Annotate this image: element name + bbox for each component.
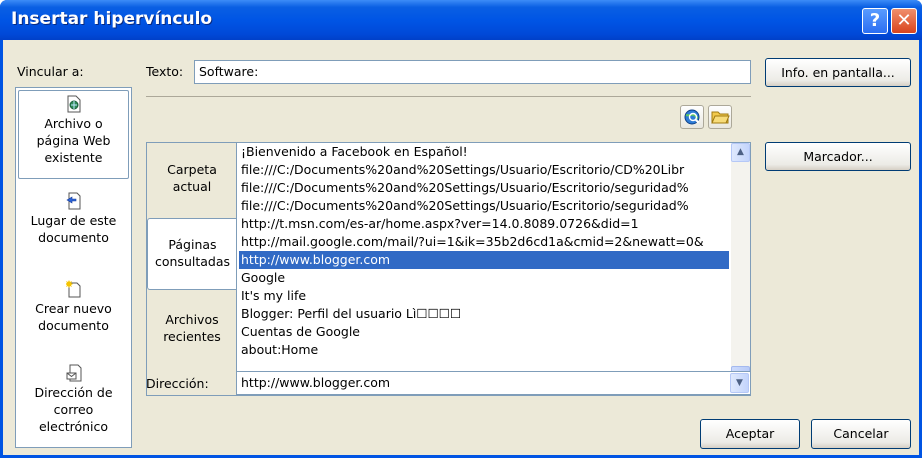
- list-item[interactable]: http://mail.google.com/mail/?ui=1&ik=35b…: [239, 233, 729, 251]
- document-place-icon: [65, 192, 80, 210]
- list-item[interactable]: Google: [239, 269, 729, 287]
- nav-label-line: existente: [44, 150, 103, 165]
- link-to-new-document[interactable]: Crear nuevo documento: [18, 280, 129, 344]
- link-to-email[interactable]: Dirección de correo electrónico: [18, 364, 129, 444]
- category-label-line: Páginas: [168, 237, 217, 252]
- link-to-label: Vincular a:: [17, 64, 84, 79]
- nav-label-line: Lugar de este: [30, 213, 117, 228]
- bookmark-button[interactable]: Marcador...: [765, 142, 911, 171]
- list-item[interactable]: Blogger: Perfil del usuario Lì☐☐☐☐: [239, 305, 729, 323]
- screen-tip-button[interactable]: Info. en pantalla...: [765, 58, 911, 87]
- browse-web-button[interactable]: [680, 105, 704, 129]
- list-item-selected[interactable]: http://www.blogger.com: [239, 251, 729, 269]
- category-label-line: recientes: [163, 329, 221, 344]
- list-item[interactable]: http://t.msn.com/es-ar/home.aspx?ver=14.…: [239, 215, 729, 233]
- nav-label-line: documento: [38, 230, 109, 245]
- list-item[interactable]: ¡Bienvenido a Facebook en Español!: [239, 143, 729, 161]
- address-dropdown-arrow[interactable]: ▼: [730, 373, 749, 393]
- lookin-categories: Carpeta actual Páginas consultadas Archi…: [146, 142, 237, 396]
- nav-label-line: Dirección de: [34, 385, 113, 400]
- nav-label-line: documento: [38, 318, 109, 333]
- open-folder-icon: [711, 111, 730, 124]
- browse-file-button[interactable]: [708, 105, 732, 129]
- link-to-sidebar: Archivo o página Web existente Lugar de …: [15, 87, 132, 448]
- category-recent-files[interactable]: Archivos recientes: [147, 311, 237, 361]
- cancel-button[interactable]: Cancelar: [811, 419, 911, 449]
- category-label-line: Archivos: [165, 312, 219, 327]
- nav-label-line: Archivo o: [44, 116, 103, 131]
- dialog-client: Vincular a: Archivo o página Web existen…: [3, 40, 919, 455]
- browsed-pages-list[interactable]: ¡Bienvenido a Facebook en Español! file:…: [236, 142, 751, 396]
- title-bar[interactable]: Insertar hipervínculo ? ✕: [0, 0, 922, 40]
- divider: [146, 96, 751, 97]
- text-input[interactable]: Software:: [194, 60, 751, 84]
- email-icon: [66, 364, 81, 382]
- scroll-up-button[interactable]: ▲: [731, 143, 750, 162]
- dialog-window: Insertar hipervínculo ? ✕ Vincular a: Ar…: [0, 0, 922, 458]
- category-label-line: consultadas: [154, 254, 231, 269]
- close-button[interactable]: ✕: [891, 8, 917, 34]
- list-item[interactable]: about:Home: [239, 341, 729, 359]
- nav-label-line: Crear nuevo: [35, 301, 112, 316]
- new-document-icon: [65, 280, 80, 298]
- category-browsed-pages[interactable]: Páginas consultadas: [147, 218, 237, 290]
- nav-label-line: electrónico: [38, 419, 109, 434]
- address-combo[interactable]: http://www.blogger.com ▼: [236, 371, 751, 395]
- window-title: Insertar hipervínculo: [11, 9, 213, 29]
- address-value: http://www.blogger.com: [241, 375, 391, 390]
- web-file-icon: [67, 95, 80, 113]
- nav-label-line: correo: [53, 402, 94, 417]
- list-scrollbar[interactable]: ▲ ▼: [731, 143, 750, 395]
- address-label: Dirección:: [146, 376, 209, 391]
- help-button[interactable]: ?: [862, 8, 888, 34]
- text-label: Texto:: [146, 64, 184, 79]
- category-label-line: Carpeta: [167, 162, 217, 177]
- list-item[interactable]: file:///C:/Documents%20and%20Settings/Us…: [239, 179, 729, 197]
- globe-search-icon: [684, 109, 700, 125]
- list-item[interactable]: Cuentas de Google: [239, 323, 729, 341]
- list-item[interactable]: file:///C:/Documents%20and%20Settings/Us…: [239, 161, 729, 179]
- link-to-document-place[interactable]: Lugar de este documento: [18, 192, 129, 256]
- category-label-line: actual: [172, 179, 212, 194]
- list-item[interactable]: It's my life: [239, 287, 729, 305]
- category-current-folder[interactable]: Carpeta actual: [147, 161, 237, 211]
- list-item[interactable]: file:///C:/Documents%20and%20Settings/Us…: [239, 197, 729, 215]
- nav-label-line: página Web: [36, 133, 111, 148]
- accept-button[interactable]: Aceptar: [700, 419, 800, 449]
- link-to-existing-file[interactable]: Archivo o página Web existente: [18, 90, 129, 179]
